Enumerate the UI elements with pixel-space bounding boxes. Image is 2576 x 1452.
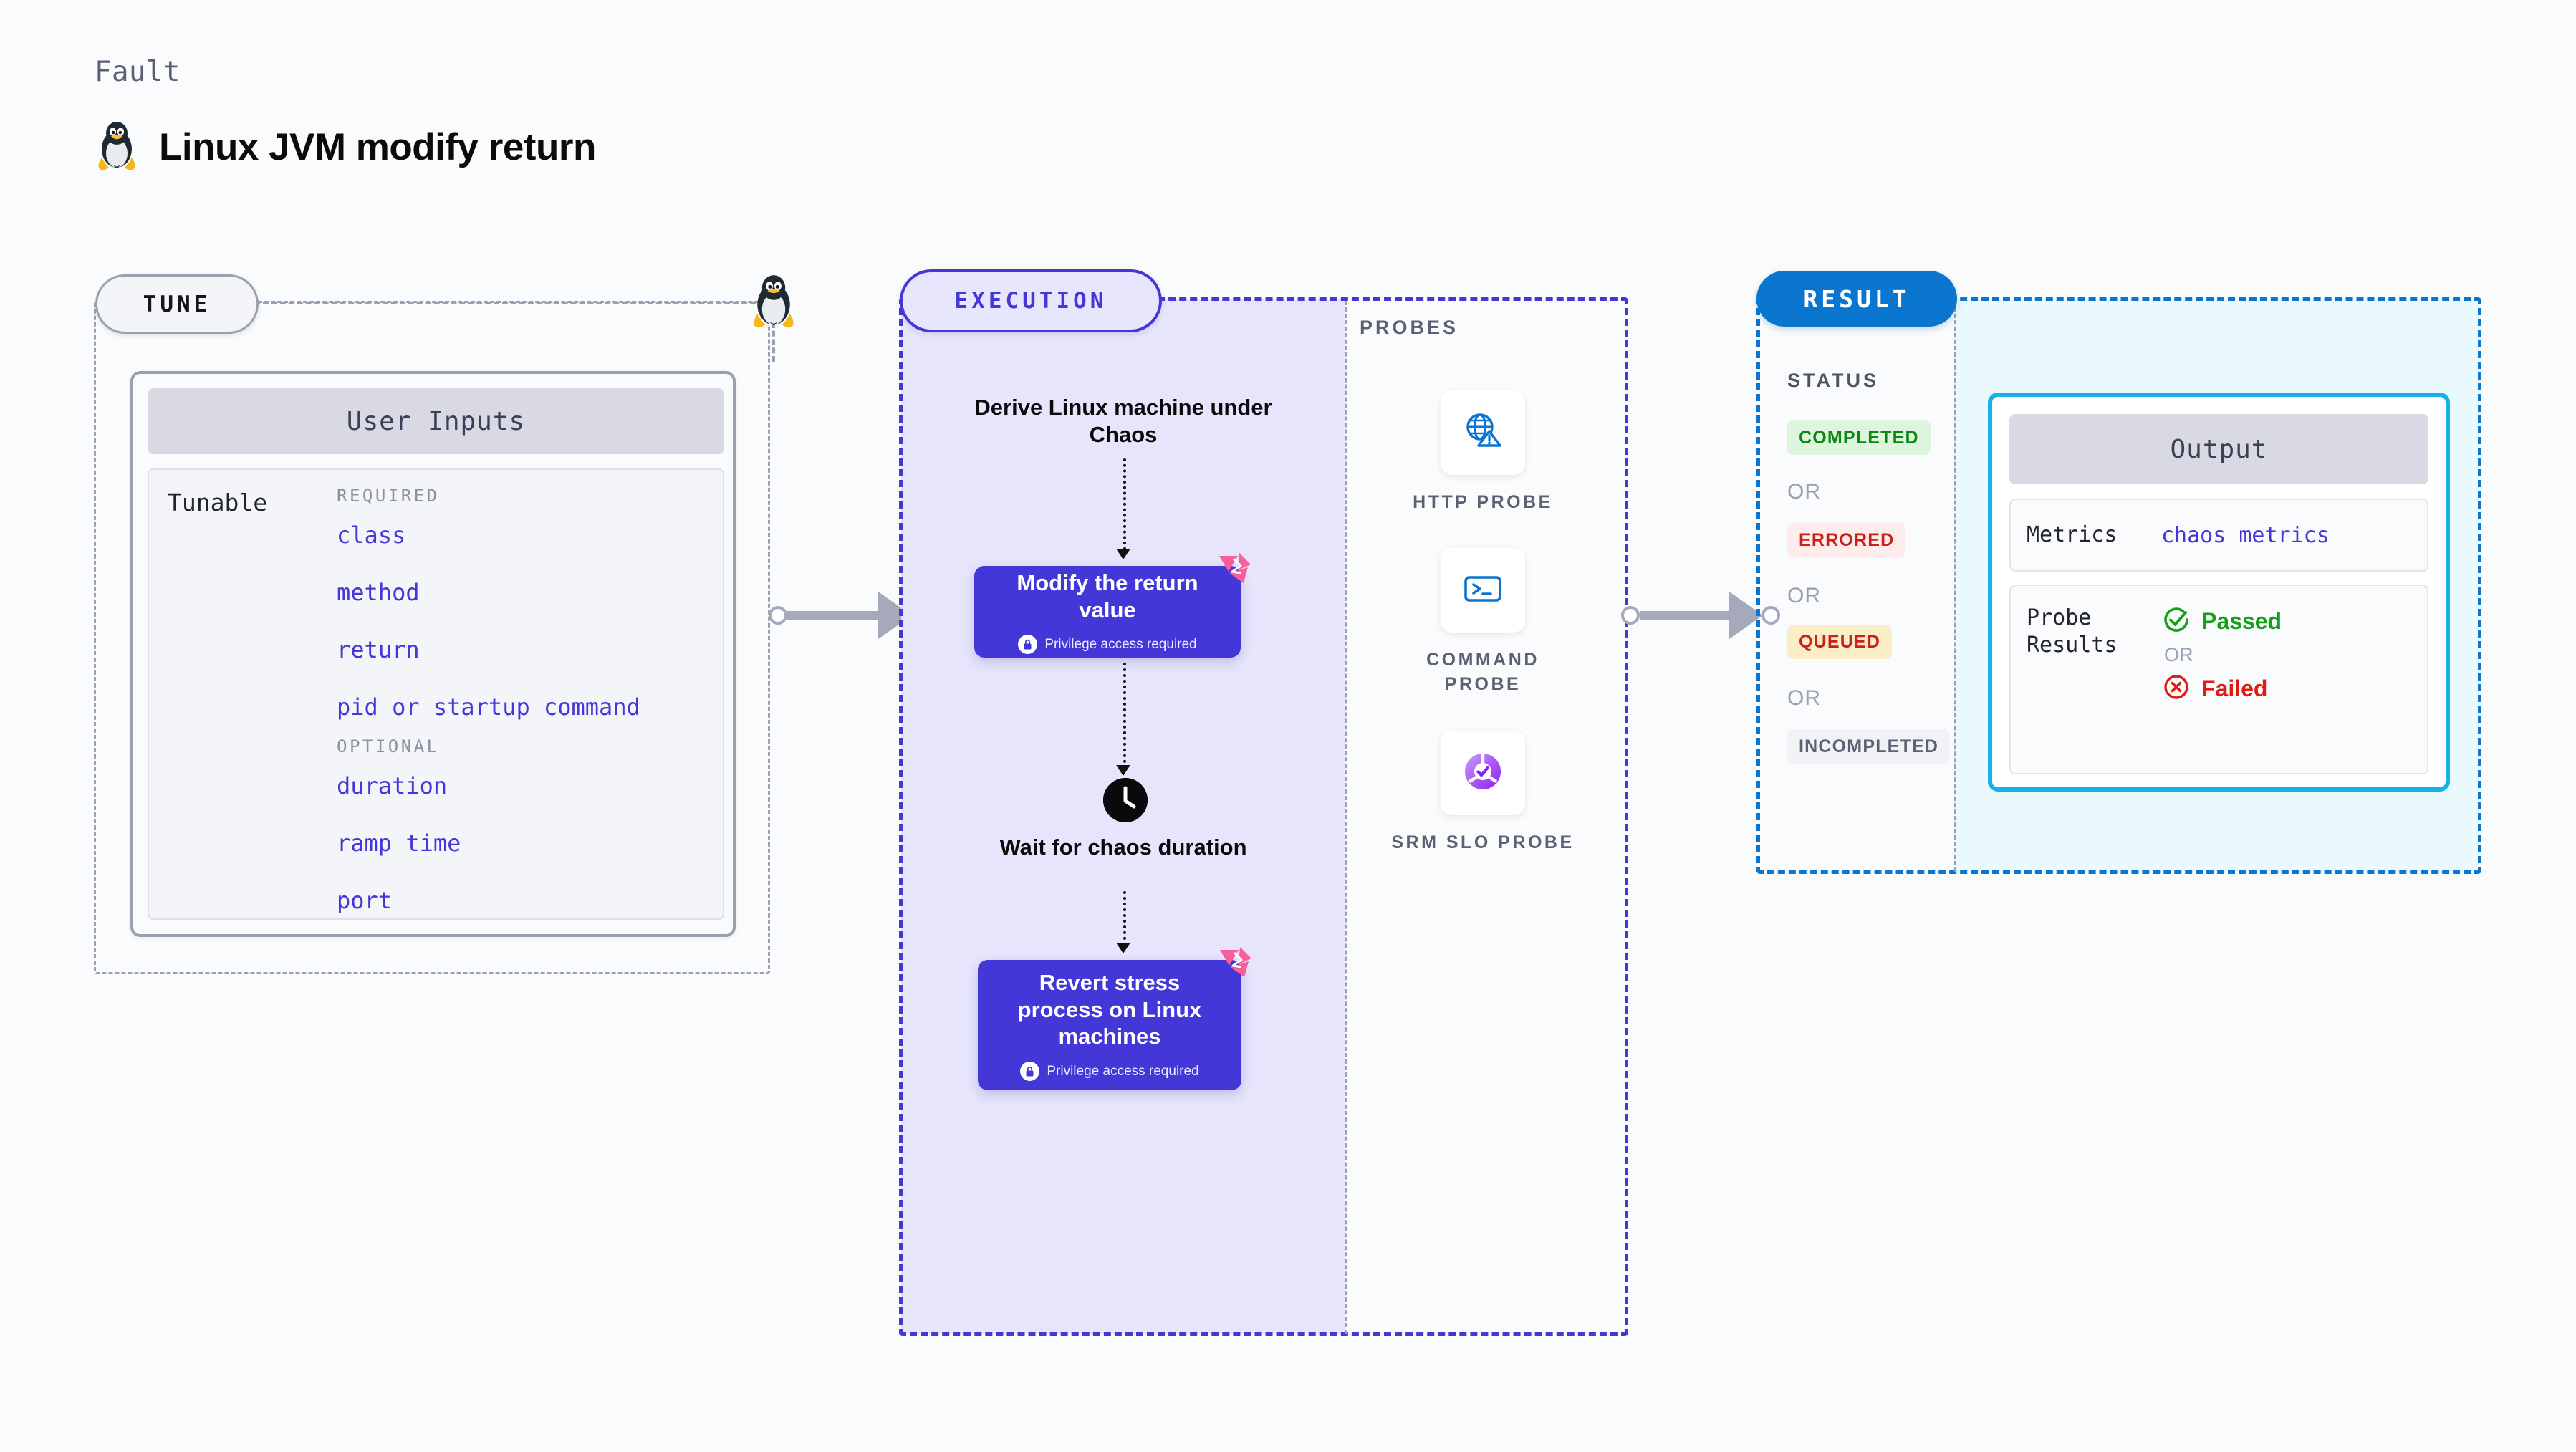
connector-line xyxy=(787,610,880,620)
lock-icon xyxy=(1018,635,1038,655)
required-group-label: REQUIRED xyxy=(337,486,440,506)
wait-for-chaos-duration-text: Wait for chaos duration xyxy=(999,835,1247,860)
probe-result-or: OR xyxy=(2164,644,2193,665)
result-divider xyxy=(1954,301,1956,872)
flow-arrow-1-line xyxy=(1123,458,1126,550)
connector-dot-start xyxy=(1621,606,1640,625)
tunable-box: Tunable REQUIRED class method return pid… xyxy=(148,468,724,920)
tunable-item-pid-or-startup-command[interactable]: pid or startup command xyxy=(337,693,709,721)
optional-group-label: OPTIONAL xyxy=(337,736,440,756)
modify-return-value-title: Modify the return value xyxy=(1017,569,1198,622)
tunable-item-return[interactable]: return xyxy=(337,636,709,663)
status-badge-errored: ERRORED xyxy=(1787,523,1906,557)
probe-results-key: Probe Results xyxy=(2027,605,2118,658)
user-inputs-title: User Inputs xyxy=(148,388,724,454)
probe-result-passed-label: Passed xyxy=(2201,608,2282,634)
execution-section-label: EXECUTION xyxy=(900,269,1162,332)
lock-icon xyxy=(1020,1062,1040,1082)
output-title: Output xyxy=(2009,414,2428,484)
probes-divider xyxy=(1345,301,1347,1334)
tune-connector-line xyxy=(254,302,756,304)
flow-arrow-3-head xyxy=(1116,943,1130,953)
probe-card xyxy=(1441,390,1525,475)
probe-caption-http: HTTP PROBE xyxy=(1413,492,1553,512)
revert-stress-process-title: Revert stress process on Linux machines xyxy=(1017,969,1202,1049)
flow-arrow-1-head xyxy=(1116,549,1130,559)
modify-return-value-subtext-row: Privilege access required xyxy=(1018,635,1197,655)
page-title: Linux JVM modify return xyxy=(159,125,596,168)
modify-return-value-subtext: Privilege access required xyxy=(1044,636,1197,652)
status-or-1: OR xyxy=(1787,480,1821,504)
probe-item-command[interactable]: COMMAND PROBE xyxy=(1390,548,1576,697)
srm-slo-icon xyxy=(1460,749,1506,798)
probe-results-values: Passed OR Failed xyxy=(2161,605,2282,773)
linux-tux-icon-connector xyxy=(745,274,802,331)
metrics-key: Metrics xyxy=(2027,522,2118,548)
derive-linux-machine-text: Derive Linux machine under Chaos xyxy=(974,395,1272,447)
probe-caption-srm-slo: SRM SLO PROBE xyxy=(1391,832,1575,852)
probe-item-http[interactable]: HTTP PROBE xyxy=(1390,390,1576,515)
tunable-item-duration[interactable]: duration xyxy=(337,772,709,799)
linux-tux-icon xyxy=(95,120,139,173)
status-or-2: OR xyxy=(1787,584,1821,607)
tunable-item-ramp-time[interactable]: ramp time xyxy=(337,830,709,857)
tunable-item-class[interactable]: class xyxy=(337,521,709,549)
probe-result-failed: Failed xyxy=(2161,672,2282,706)
tunable-item-method[interactable]: method xyxy=(337,579,709,606)
status-badge-incompleted: INCOMPLETED xyxy=(1787,729,1951,764)
revert-stress-process-subtext: Privilege access required xyxy=(1047,1063,1199,1079)
probe-result-passed: Passed xyxy=(2161,605,2282,638)
probe-card xyxy=(1441,731,1525,815)
metrics-value-link[interactable]: chaos metrics xyxy=(2161,523,2330,548)
probe-result-failed-label: Failed xyxy=(2201,675,2268,701)
probe-results-row: Probe Results Passed OR Failed xyxy=(2009,585,2428,774)
status-badge-queued: QUEUED xyxy=(1787,625,1893,659)
probes-label: PROBES xyxy=(1360,317,1459,338)
x-circle-icon xyxy=(2161,672,2191,706)
probe-item-srm-slo[interactable]: SRM SLO PROBE xyxy=(1390,731,1576,855)
probe-card xyxy=(1441,548,1525,633)
output-card: Output Metrics chaos metrics Probe Resul… xyxy=(1988,393,2450,792)
connector-line xyxy=(1640,610,1731,620)
check-circle-icon xyxy=(2161,605,2191,638)
flow-arrow-3-line xyxy=(1123,891,1126,946)
clock-icon xyxy=(1103,778,1148,822)
harness-chaos-icon xyxy=(1217,946,1254,979)
tunable-item-port[interactable]: port xyxy=(337,887,709,914)
tunable-list: REQUIRED class method return pid or star… xyxy=(337,486,709,930)
connector-dot-start xyxy=(769,606,787,625)
revert-stress-process-node[interactable]: Revert stress process on Linux machines … xyxy=(978,947,1251,1090)
modify-return-value-node[interactable]: Modify the return value Privilege access… xyxy=(974,553,1251,658)
revert-stress-process-subtext-row: Privilege access required xyxy=(1020,1062,1199,1082)
metrics-row: Metrics chaos metrics xyxy=(2009,499,2428,572)
tune-section-label: TUNE xyxy=(95,274,259,334)
globe-warning-icon xyxy=(1460,408,1506,458)
probe-caption-command: COMMAND PROBE xyxy=(1426,650,1539,694)
result-section-label: RESULT xyxy=(1756,271,1957,327)
fault-title-row: Linux JVM modify return xyxy=(95,120,596,173)
flow-arrow-2-head xyxy=(1116,765,1130,776)
tunable-label: Tunable xyxy=(168,489,268,516)
user-inputs-card: User Inputs Tunable REQUIRED class metho… xyxy=(130,371,736,937)
harness-chaos-icon xyxy=(1216,552,1254,585)
status-label: STATUS xyxy=(1787,370,1879,391)
status-badge-completed: COMPLETED xyxy=(1787,420,1931,455)
status-or-3: OR xyxy=(1787,686,1821,710)
terminal-icon xyxy=(1460,566,1506,615)
flow-arrow-2-line xyxy=(1123,663,1126,769)
fault-kicker: Fault xyxy=(95,56,181,88)
